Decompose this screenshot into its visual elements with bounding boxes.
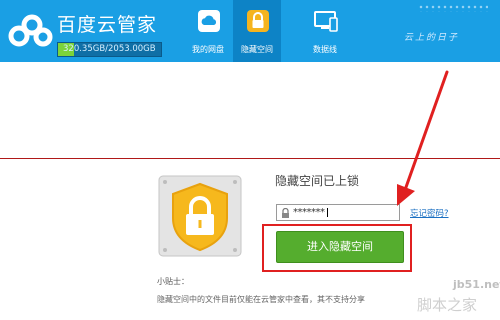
- section-divider: [0, 158, 500, 159]
- storage-capacity-text: 320.35GB/2053.00GB: [63, 44, 156, 54]
- devices-icon: [314, 11, 338, 32]
- password-value: *******: [293, 207, 325, 218]
- storage-capacity-bar: 320.35GB/2053.00GB: [57, 42, 162, 57]
- enter-hidden-space-button[interactable]: 进入隐藏空间: [276, 231, 404, 263]
- tip-text: 隐藏空间中的文件目前仅能在云管家中查看，其不支持分享: [157, 295, 365, 304]
- lock-icon: [282, 208, 289, 218]
- tab-my-cloud-drive[interactable]: 我的网盘: [184, 0, 232, 62]
- app-title: 百度云管家: [57, 14, 158, 36]
- tab-hidden-space[interactable]: 隐藏空间: [233, 0, 281, 62]
- tip-title: 小贴士：: [157, 277, 189, 286]
- tab-data-cable[interactable]: 数据线: [301, 0, 349, 62]
- watermark-url: jb51.net: [453, 278, 500, 291]
- baidu-cloud-logo-icon: [8, 14, 53, 47]
- vault-locked-title: 隐藏空间已上锁: [275, 174, 360, 188]
- tab-label: 数据线: [313, 45, 337, 54]
- text-caret: [327, 208, 328, 217]
- forgot-password-link[interactable]: 忘记密码?: [410, 207, 449, 219]
- password-input[interactable]: *******: [276, 204, 400, 221]
- window-controls-decoration: [418, 4, 488, 12]
- vault-lock-icon: [247, 10, 269, 32]
- watermark-site-name: 脚本之家: [417, 296, 478, 314]
- app-header: 百度云管家 320.35GB/2053.00GB 我的网盘 隐藏空间 数据线 云…: [0, 0, 500, 62]
- header-slogan: 云上的日子: [404, 33, 460, 43]
- tab-label: 隐藏空间: [241, 45, 273, 54]
- vault-shield-lock-icon: [158, 175, 242, 257]
- cloud-drive-icon: [198, 10, 220, 32]
